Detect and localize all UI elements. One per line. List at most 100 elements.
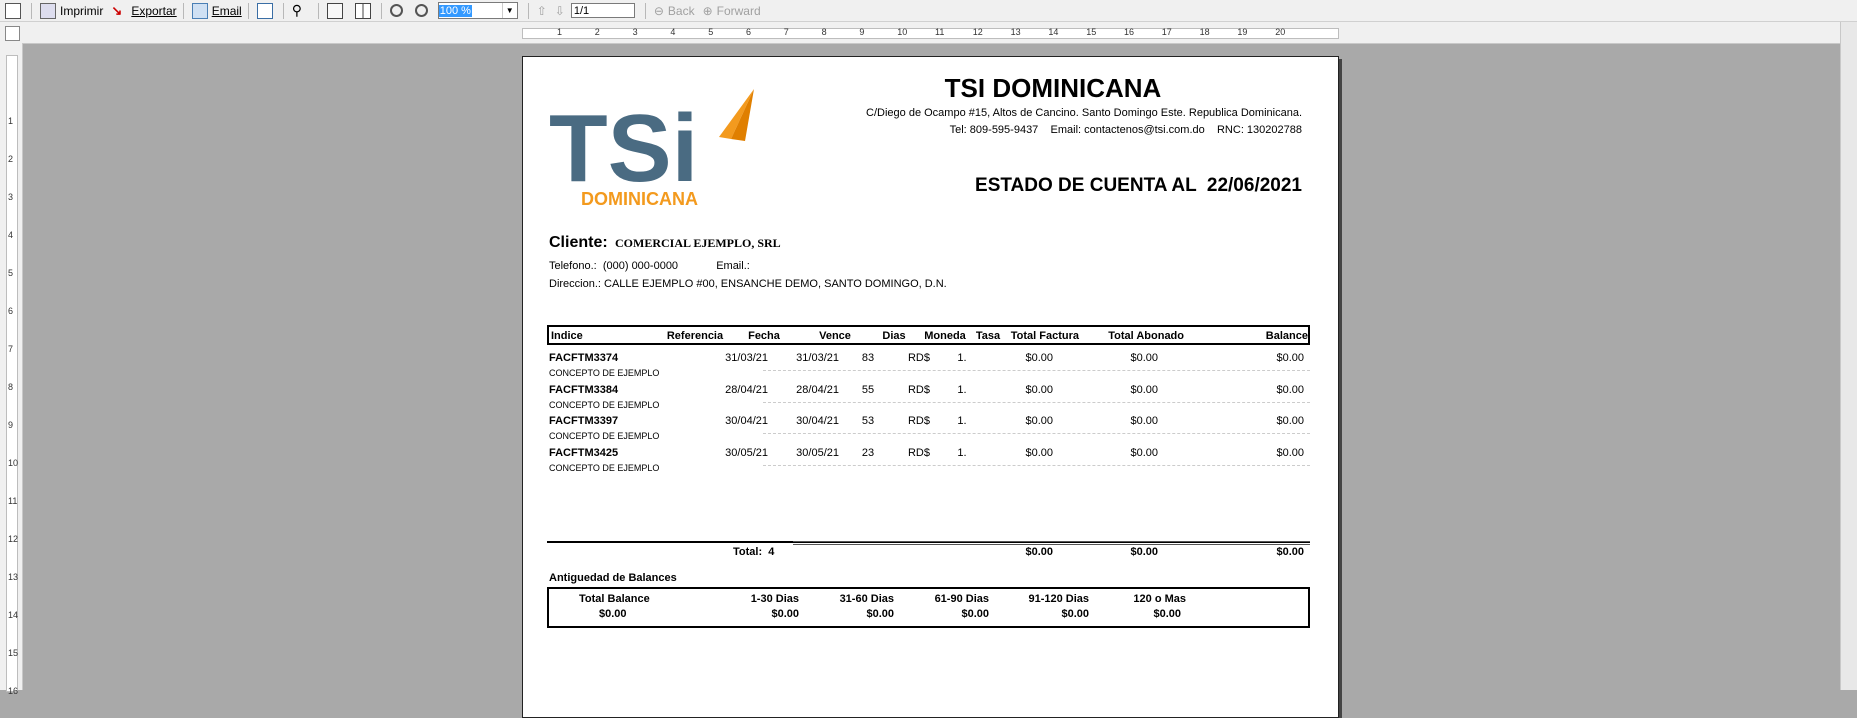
company-name: TSI DOMINICANA — [944, 73, 1162, 103]
page-number-input[interactable]: 1/1 — [570, 3, 635, 18]
row-vence: 30/05/21 — [796, 447, 839, 459]
print-button[interactable]: Imprimir — [37, 1, 106, 20]
row-vence: 30/04/21 — [796, 415, 839, 427]
col-dias: Dias — [882, 330, 906, 342]
export-icon: ↘ — [111, 2, 123, 18]
col-balance: Balance — [1265, 330, 1308, 342]
row-indice: FACFTM3425 — [549, 447, 619, 459]
row-indice: FACFTM3384 — [549, 384, 619, 396]
ruler-number: 5 — [708, 27, 714, 37]
single-page-icon — [326, 2, 343, 19]
zoom-in-icon — [414, 4, 428, 17]
col-total-factura: Total Factura — [1010, 330, 1079, 342]
aging-table: Total Balance 1-30 Dias 31-60 Dias 61-90… — [547, 587, 1310, 628]
row-balance: $0.00 — [1276, 352, 1304, 364]
aging-header-61-90: 61-90 Dias — [934, 593, 989, 605]
multi-page-icon — [354, 2, 371, 19]
ruler-number: 11 — [8, 496, 18, 506]
address-label: Direccion.: — [549, 278, 601, 290]
next-page-button[interactable]: ⇩ — [552, 1, 568, 20]
zoom-out-icon — [389, 4, 403, 17]
ruler-number: 2 — [8, 154, 14, 164]
single-page-button[interactable] — [324, 1, 350, 20]
ruler-number: 16 — [8, 686, 19, 696]
ruler-number: 14 — [8, 610, 19, 620]
row-balance: $0.00 — [1276, 384, 1304, 396]
arrow-up-icon: ⇧ — [536, 3, 547, 18]
aging-value-61-90: $0.00 — [961, 608, 989, 620]
row-total-factura: $0.00 — [1025, 415, 1053, 427]
toolbar-separator — [31, 2, 32, 19]
forward-button[interactable]: ⊕ Forward — [700, 1, 764, 20]
ruler-track: 1 2 3 4 5 6 7 8 9 10 11 12 13 14 15 16 — [6, 55, 19, 696]
zoom-select[interactable]: 100 % ▼ — [437, 2, 518, 19]
zoom-in-button[interactable] — [412, 1, 435, 20]
row-fecha: 30/05/21 — [725, 447, 768, 459]
email-button[interactable]: Email — [189, 1, 245, 20]
email-icon — [191, 2, 208, 19]
toggle-tree-button[interactable] — [2, 1, 28, 20]
ruler-number: 13 — [8, 572, 19, 582]
ruler-number: 2 — [594, 27, 600, 37]
ruler-number: 1 — [557, 27, 563, 37]
row-total-factura: $0.00 — [1025, 352, 1053, 364]
vertical-scrollbar[interactable] — [1840, 22, 1857, 690]
row-vence: 31/03/21 — [796, 352, 839, 364]
ruler-number: 7 — [8, 344, 14, 354]
company-contact: Tel: 809-595-9437 Email: contactenos@tsi… — [949, 124, 1302, 136]
ruler-corner[interactable] — [5, 26, 20, 41]
row-fecha: 28/04/21 — [725, 384, 768, 396]
ruler-number: 8 — [8, 382, 14, 392]
aging-value-120-plus: $0.00 — [1153, 608, 1181, 620]
binoculars-icon: ⚲ — [291, 1, 302, 18]
row-concepto: CONCEPTO DE EJEMPLO — [549, 400, 660, 410]
toolbar-separator — [527, 2, 529, 19]
client-name: COMERCIAL EJEMPLO, SRL — [615, 236, 781, 250]
totals-row: Total: 4 — [733, 546, 774, 558]
horizontal-ruler: 1 2 3 4 5 6 7 8 9 10 11 12 13 14 15 16 17 18 19 20 — [0, 22, 1857, 44]
ruler-number: 8 — [821, 27, 827, 37]
row-balance: $0.00 — [1276, 447, 1304, 459]
ruler-number: 4 — [8, 230, 14, 240]
ruler-number: 14 — [1048, 27, 1059, 37]
zoom-out-button[interactable] — [387, 1, 410, 20]
copy-button[interactable] — [254, 1, 280, 20]
export-button[interactable]: ↘ Exportar — [108, 1, 179, 20]
ruler-number: 9 — [859, 27, 865, 37]
row-divider — [763, 433, 1310, 434]
logo-subtext: DOMINICANA — [581, 189, 698, 209]
ruler-number: 10 — [8, 458, 19, 468]
ruler-number: 7 — [783, 27, 789, 37]
chevron-down-icon[interactable]: ▼ — [501, 3, 517, 18]
row-balance: $0.00 — [1276, 415, 1304, 427]
ruler-number: 9 — [8, 420, 14, 430]
print-label: Imprimir — [60, 3, 104, 18]
phone-value: (000) 000-0000 — [602, 260, 679, 272]
viewer-toolbar: Imprimir ↘ Exportar Email ⚲ 100 % ▼ ⇧ ⇩ 1/… — [0, 0, 1857, 22]
row-dias: 83 — [861, 352, 875, 364]
row-vence: 28/04/21 — [796, 384, 839, 396]
row-total-abonado: $0.00 — [1130, 384, 1158, 396]
ruler-number: 6 — [746, 27, 752, 37]
ruler-number: 12 — [8, 534, 19, 544]
toolbar-separator — [644, 2, 646, 19]
multi-page-button[interactable] — [352, 1, 378, 20]
row-divider — [763, 402, 1310, 403]
col-total-abonado: Total Abonado — [1108, 330, 1184, 342]
sidebar-icon — [5, 2, 21, 19]
row-total-abonado: $0.00 — [1130, 447, 1158, 459]
ruler-number: 10 — [897, 27, 908, 37]
row-divider — [763, 465, 1310, 466]
back-button[interactable]: ⊖ Back — [651, 1, 698, 20]
aging-title: Antiguedad de Balances — [549, 572, 677, 584]
phone-label: Telefono.: — [549, 260, 597, 272]
aging-value-total: $0.00 — [599, 608, 627, 620]
prev-page-button[interactable]: ⇧ — [534, 1, 550, 20]
aging-header-total: Total Balance — [579, 593, 650, 605]
client-address-row: Direccion.: CALLE EJEMPLO #00, ENSANCHE … — [549, 278, 947, 290]
col-vence: Vence — [819, 330, 851, 342]
col-indice: Indice — [551, 330, 583, 342]
row-divider — [763, 370, 1310, 371]
report-page: TSi DOMINICANA TSI DOMINICANA C/Diego de… — [522, 56, 1339, 718]
find-button[interactable]: ⚲ — [289, 1, 315, 20]
